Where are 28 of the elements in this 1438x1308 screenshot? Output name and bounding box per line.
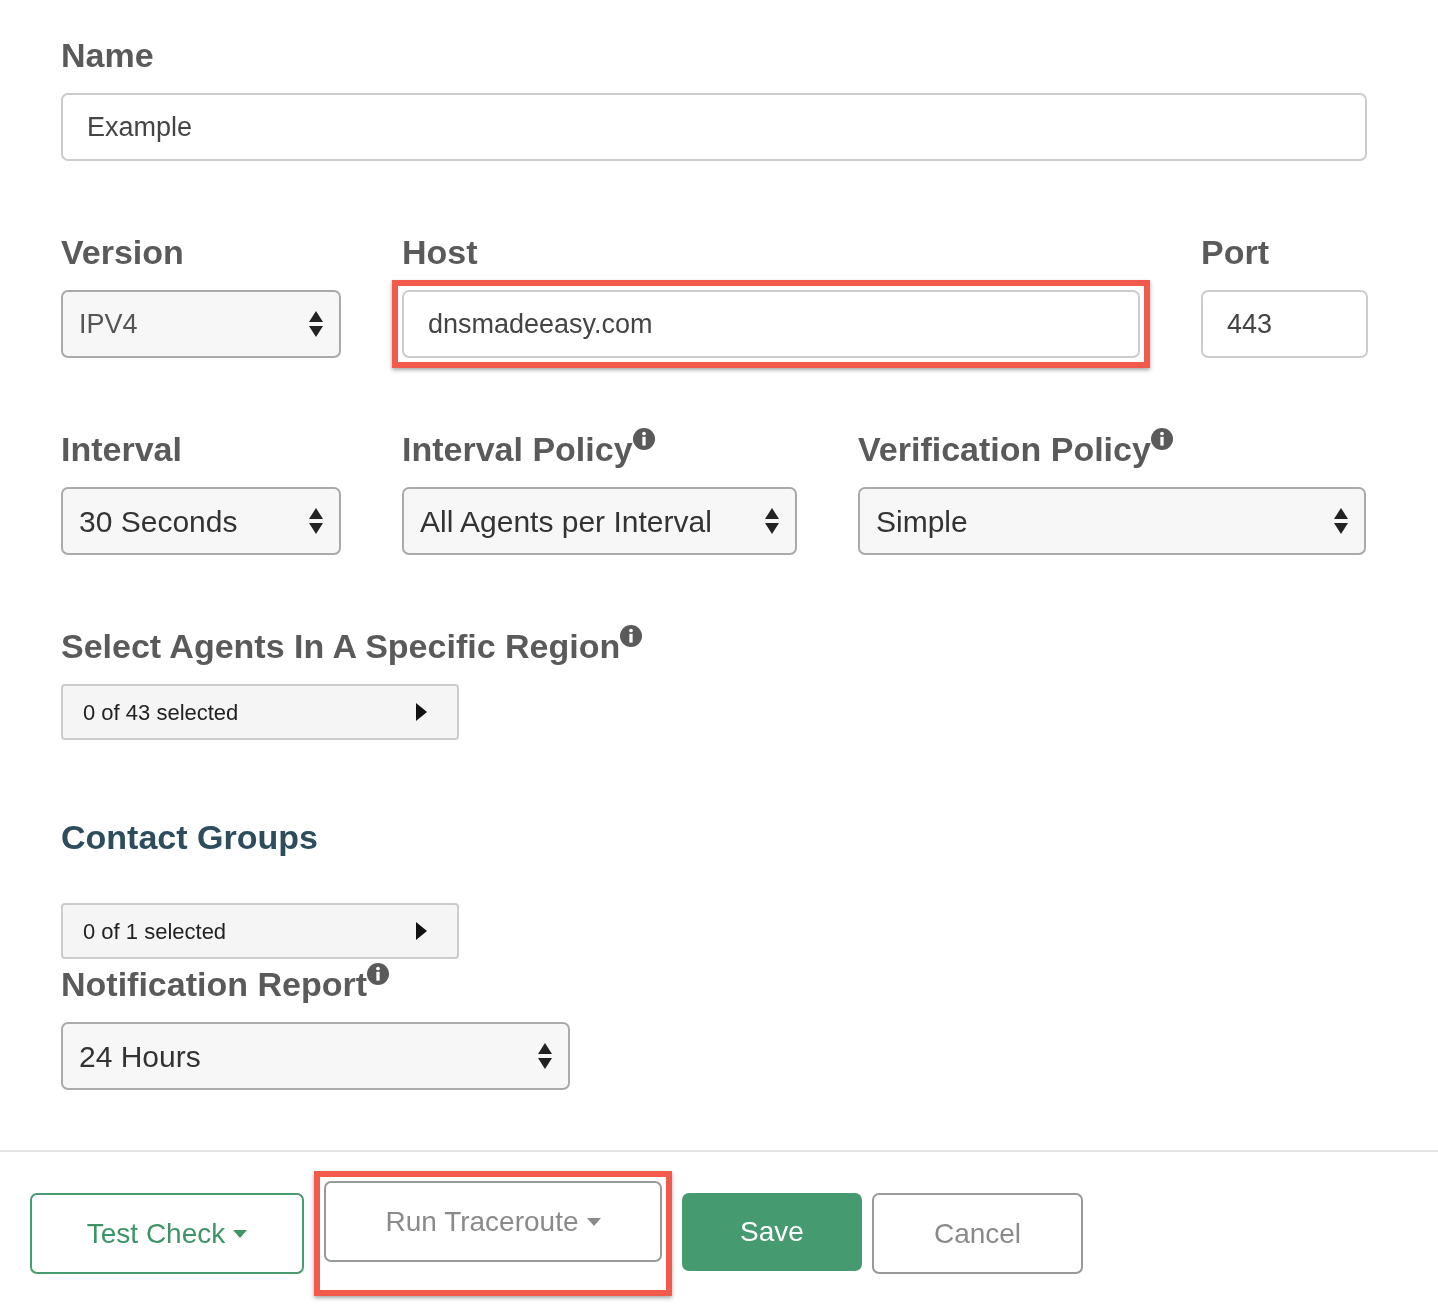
caret-right-icon bbox=[416, 703, 427, 722]
field-label: Name bbox=[61, 36, 154, 74]
text-field[interactable]: dnsmadeeasy.com bbox=[402, 290, 1140, 359]
select-dropdown[interactable]: All Agents per Interval bbox=[402, 487, 797, 556]
field-label: Notification Report bbox=[61, 965, 367, 1004]
button[interactable]: Test Check bbox=[30, 1193, 304, 1275]
sort-arrows-icon bbox=[309, 508, 323, 535]
text-field[interactable]: Example bbox=[61, 93, 1367, 162]
multi-select-dropdown[interactable]: 0 of 1 selected bbox=[61, 903, 459, 960]
select-dropdown[interactable]: 30 Seconds bbox=[61, 487, 341, 556]
select-dropdown[interactable]: 24 Hours bbox=[61, 1022, 570, 1091]
field-label: Version bbox=[61, 233, 184, 272]
multi-select-dropdown[interactable]: 0 of 43 selected bbox=[61, 684, 459, 741]
field-label: Interval bbox=[61, 430, 182, 469]
sort-arrows-icon bbox=[309, 311, 323, 338]
sort-arrows-icon bbox=[538, 1043, 552, 1070]
field-label: Host bbox=[402, 233, 478, 272]
field-label: Verification Policy bbox=[858, 430, 1151, 469]
select-dropdown[interactable]: Simple bbox=[858, 487, 1366, 556]
caret-right-icon bbox=[416, 922, 427, 941]
section-heading: Contact Groups bbox=[61, 817, 319, 859]
select-dropdown[interactable]: IPV4 bbox=[61, 290, 341, 359]
field-label: Select Agents In A Specific Region bbox=[61, 627, 621, 666]
sort-arrows-icon bbox=[1334, 508, 1348, 535]
sort-arrows-icon bbox=[765, 508, 779, 535]
text-field[interactable]: 443 bbox=[1201, 290, 1368, 359]
field-label: Interval Policy bbox=[402, 430, 633, 469]
field-label: Port bbox=[1201, 233, 1269, 272]
